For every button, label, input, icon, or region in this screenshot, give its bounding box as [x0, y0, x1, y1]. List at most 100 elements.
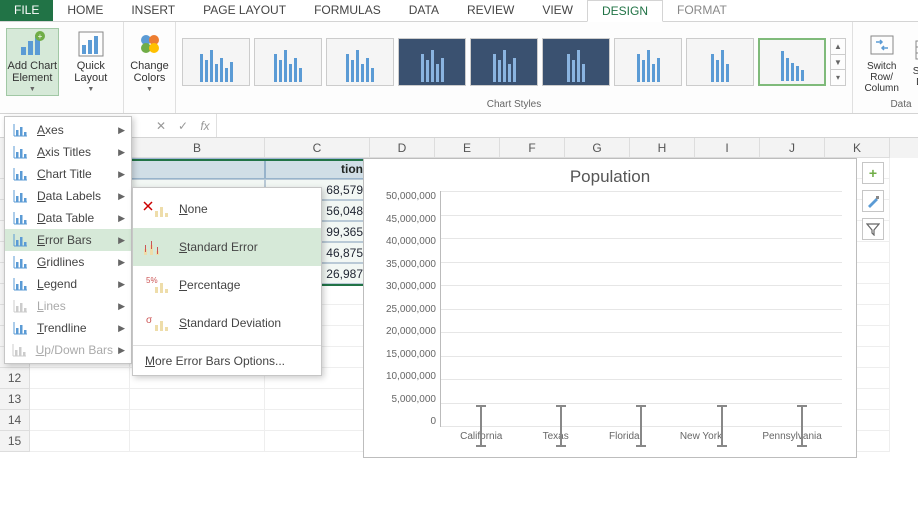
y-tick-label: 25,000,000	[370, 304, 436, 315]
bars-icon	[11, 255, 29, 269]
ribbon-group-layouts: + Add Chart Element ▼ Quick Layout ▼	[0, 22, 124, 113]
chart-filter-button[interactable]	[862, 218, 884, 240]
cancel-formula-icon[interactable]: ✕	[150, 119, 172, 133]
chart-style-3[interactable]	[326, 38, 394, 86]
chart-style-1[interactable]	[182, 38, 250, 86]
menu-item-chart-title[interactable]: Chart Title▶	[5, 163, 131, 185]
more-error-bars-options[interactable]: More Error Bars Options...	[133, 349, 321, 373]
tab-data[interactable]: DATA	[395, 0, 453, 21]
bars-icon	[11, 145, 29, 159]
select-data-icon	[913, 36, 918, 64]
chart-style-5[interactable]	[470, 38, 538, 86]
menu-item-lines: Lines▶	[5, 295, 131, 317]
select-data-button[interactable]: Select Data	[910, 28, 918, 96]
y-tick-label: 45,000,000	[370, 214, 436, 225]
quick-layout-icon	[77, 30, 105, 58]
cell[interactable]	[265, 410, 370, 431]
cell[interactable]	[30, 389, 130, 410]
plot-area[interactable]: 50,000,00045,000,00040,000,00035,000,000…	[370, 191, 842, 427]
switch-row-column-button[interactable]: Switch Row/ Column	[859, 28, 904, 96]
submenu-item-standard-deviation[interactable]: σStandard Deviation	[133, 304, 321, 342]
ribbon-group-colors: Change Colors ▼	[124, 22, 176, 113]
bars-icon	[11, 277, 29, 291]
menu-item-gridlines[interactable]: Gridlines▶	[5, 251, 131, 273]
row-header-12[interactable]: 12	[0, 368, 30, 389]
add-chart-element-button[interactable]: + Add Chart Element ▼	[6, 28, 59, 96]
submenu-arrow-icon: ▶	[118, 125, 125, 136]
row-header-15[interactable]: 15	[0, 431, 30, 452]
error-bar-option-icon	[139, 197, 171, 221]
chart-style-2[interactable]	[254, 38, 322, 86]
cell[interactable]	[130, 389, 265, 410]
y-tick-label: 40,000,000	[370, 236, 436, 247]
cell[interactable]	[265, 389, 370, 410]
chart-styles-button[interactable]	[862, 190, 884, 212]
x-tick-label: Texas	[543, 431, 569, 442]
cell[interactable]	[30, 431, 130, 452]
cell[interactable]	[265, 431, 370, 452]
col-header-i[interactable]: I	[695, 138, 760, 158]
tab-formulas[interactable]: FORMULAS	[300, 0, 395, 21]
menu-item-label: Up/Down Bars	[36, 343, 113, 357]
menu-item-data-table[interactable]: Data Table▶	[5, 207, 131, 229]
tab-review[interactable]: REVIEW	[453, 0, 528, 21]
submenu-item-label: None	[179, 202, 208, 216]
chart-style-6[interactable]	[542, 38, 610, 86]
fx-icon[interactable]: fx	[194, 119, 216, 133]
menu-item-axes[interactable]: Axes▶	[5, 119, 131, 141]
submenu-arrow-icon: ▶	[118, 235, 125, 246]
cell[interactable]	[30, 410, 130, 431]
col-header-d[interactable]: D	[370, 138, 435, 158]
change-colors-button[interactable]: Change Colors ▼	[130, 28, 169, 96]
tab-home[interactable]: HOME	[53, 0, 117, 21]
cell[interactable]	[130, 158, 265, 179]
cell[interactable]	[130, 410, 265, 431]
gallery-scroll-up[interactable]: ▲	[831, 39, 845, 55]
tab-insert[interactable]: INSERT	[117, 0, 189, 21]
menu-item-data-labels[interactable]: Data Labels▶	[5, 185, 131, 207]
chart-elements-button[interactable]: +	[862, 162, 884, 184]
col-header-c[interactable]: C	[265, 138, 370, 158]
tab-format[interactable]: FORMAT	[663, 0, 741, 21]
col-header-h[interactable]: H	[630, 138, 695, 158]
submenu-item-standard-error[interactable]: Standard Error	[133, 228, 321, 266]
cell[interactable]	[130, 431, 265, 452]
gallery-scroll-down[interactable]: ▼	[831, 55, 845, 71]
y-tick-label: 20,000,000	[370, 326, 436, 337]
quick-layout-button[interactable]: Quick Layout ▼	[65, 28, 117, 96]
col-header-b[interactable]: B	[130, 138, 265, 158]
submenu-item-none[interactable]: None	[133, 190, 321, 228]
menu-item-trendline[interactable]: Trendline▶	[5, 317, 131, 339]
y-axis[interactable]: 50,000,00045,000,00040,000,00035,000,000…	[370, 191, 440, 427]
gallery-expand[interactable]: ▾	[831, 70, 845, 85]
tab-view[interactable]: VIEW	[528, 0, 587, 21]
chart-title[interactable]: Population	[364, 167, 856, 187]
cell[interactable]: tion	[265, 158, 370, 179]
col-header-k[interactable]: K	[825, 138, 890, 158]
enter-formula-icon[interactable]: ✓	[172, 119, 194, 133]
col-header-g[interactable]: G	[565, 138, 630, 158]
embedded-chart[interactable]: Population 50,000,00045,000,00040,000,00…	[363, 158, 857, 458]
tab-design[interactable]: DESIGN	[587, 0, 663, 22]
menu-item-error-bars[interactable]: Error Bars▶	[5, 229, 131, 251]
chart-style-4[interactable]	[398, 38, 466, 86]
formula-bar: ✕ ✓ fx	[0, 114, 918, 138]
formula-input[interactable]	[216, 114, 918, 137]
menu-item-axis-titles[interactable]: Axis Titles▶	[5, 141, 131, 163]
chart-style-7[interactable]	[614, 38, 682, 86]
menu-item-legend[interactable]: Legend▶	[5, 273, 131, 295]
chart-bars[interactable]	[440, 191, 842, 427]
col-header-e[interactable]: E	[435, 138, 500, 158]
tab-file[interactable]: FILE	[0, 0, 53, 21]
chart-style-8[interactable]	[686, 38, 754, 86]
row-header-14[interactable]: 14	[0, 410, 30, 431]
dropdown-caret-icon: ▼	[87, 86, 94, 94]
col-header-f[interactable]: F	[500, 138, 565, 158]
chart-style-9[interactable]	[758, 38, 826, 86]
cell[interactable]	[30, 368, 130, 389]
row-header-13[interactable]: 13	[0, 389, 30, 410]
submenu-item-percentage[interactable]: 5%Percentage	[133, 266, 321, 304]
col-header-j[interactable]: J	[760, 138, 825, 158]
submenu-arrow-icon: ▶	[118, 301, 125, 312]
tab-page-layout[interactable]: PAGE LAYOUT	[189, 0, 300, 21]
